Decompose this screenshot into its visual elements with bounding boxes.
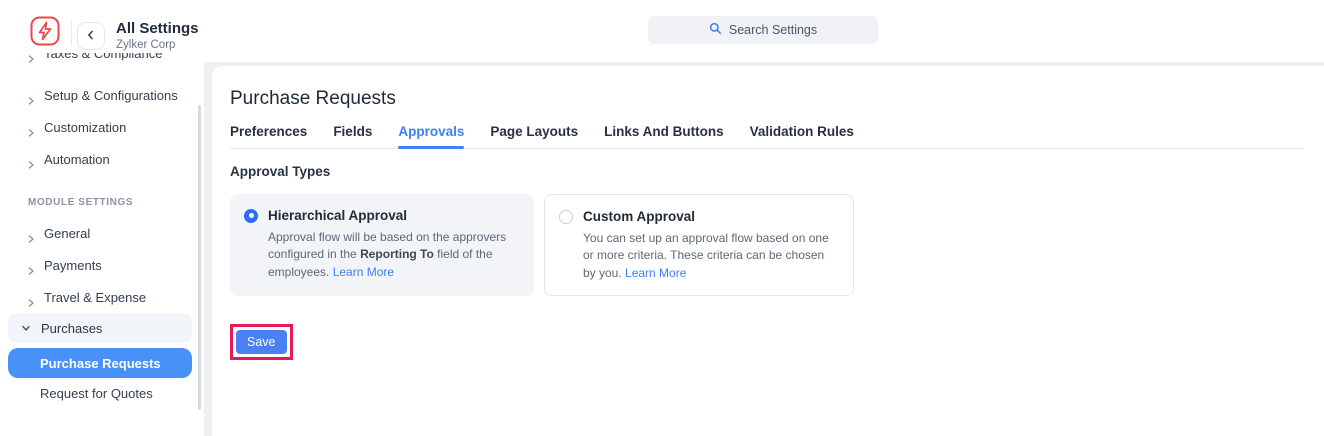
- description-text: You can set up an approval flow based on…: [583, 231, 829, 280]
- option-title: Hierarchical Approval: [268, 208, 407, 223]
- tab-bar: Preferences Fields Approvals Page Layout…: [230, 124, 1304, 149]
- sidebar-item-label: Customization: [44, 120, 126, 135]
- radio-unselected-icon[interactable]: [559, 210, 573, 224]
- sidebar-item-automation[interactable]: Automation: [0, 151, 204, 169]
- learn-more-link[interactable]: Learn More: [333, 265, 394, 279]
- tab-validation-rules[interactable]: Validation Rules: [750, 124, 854, 139]
- option-description: You can set up an approval flow based on…: [583, 230, 839, 282]
- sidebar-item-customization[interactable]: Customization: [0, 119, 204, 137]
- save-button[interactable]: Save: [236, 330, 287, 354]
- header-divider: [71, 20, 72, 46]
- search-placeholder-text: Search Settings: [729, 23, 817, 37]
- description-emphasis: Reporting To: [360, 247, 434, 261]
- sidebar-item-label: Purchase Requests: [40, 356, 161, 371]
- tab-page-layouts[interactable]: Page Layouts: [490, 124, 578, 139]
- page-header-title: All Settings: [116, 20, 199, 37]
- radio-selected-icon[interactable]: [244, 209, 258, 223]
- sidebar-item-taxes-compliance[interactable]: Taxes & Compliance: [0, 53, 204, 63]
- option-description: Approval flow will be based on the appro…: [268, 229, 520, 281]
- option-head[interactable]: Custom Approval: [559, 209, 839, 224]
- chevron-right-icon: [27, 294, 35, 312]
- tab-preferences[interactable]: Preferences: [230, 124, 307, 139]
- chevron-right-icon: [27, 262, 35, 280]
- chevron-left-icon: [86, 27, 96, 45]
- sidebar-item-setup-configurations[interactable]: Setup & Configurations: [0, 87, 204, 105]
- sidebar-scrollbar[interactable]: [198, 105, 201, 410]
- header-titles: All Settings Zylker Corp: [116, 20, 199, 51]
- tab-fields[interactable]: Fields: [333, 124, 372, 139]
- sidebar-section-module-settings: MODULE SETTINGS: [28, 197, 133, 208]
- chevron-right-icon: [27, 124, 35, 142]
- chevron-right-icon: [27, 230, 35, 248]
- page-title: Purchase Requests: [230, 88, 1304, 110]
- tab-approvals[interactable]: Approvals: [398, 124, 464, 139]
- app-logo-icon: [30, 16, 60, 46]
- option-head[interactable]: Hierarchical Approval: [244, 208, 520, 223]
- sidebar-item-general[interactable]: General: [0, 225, 204, 243]
- main-content-card: Purchase Requests Preferences Fields App…: [212, 66, 1324, 436]
- chevron-right-icon: [27, 53, 35, 68]
- sidebar-item-label: General: [44, 226, 90, 241]
- sidebar-item-label: Automation: [44, 152, 110, 167]
- approval-types-heading: Approval Types: [230, 164, 1304, 179]
- approval-options: Hierarchical Approval Approval flow will…: [230, 194, 1304, 296]
- option-custom-approval[interactable]: Custom Approval You can set up an approv…: [544, 194, 854, 296]
- tab-links-and-buttons[interactable]: Links And Buttons: [604, 124, 724, 139]
- highlight-box: Save: [230, 324, 293, 360]
- organization-name: Zylker Corp: [116, 39, 199, 51]
- sidebar-item-label: Payments: [44, 258, 102, 273]
- sidebar-item-travel-expense[interactable]: Travel & Expense: [0, 289, 204, 307]
- sidebar-item-label: Taxes & Compliance: [44, 53, 163, 61]
- sidebar-item-label: Travel & Expense: [44, 290, 146, 305]
- chevron-right-icon: [27, 92, 35, 110]
- sidebar-item-payments[interactable]: Payments: [0, 257, 204, 275]
- chevron-right-icon: [27, 156, 35, 174]
- sidebar-item-label: Purchases: [41, 321, 102, 336]
- sidebar-item-purchases[interactable]: Purchases: [8, 313, 192, 343]
- sidebar-item-purchase-requests[interactable]: Purchase Requests: [8, 348, 192, 378]
- chevron-down-icon: [22, 319, 30, 337]
- search-settings-input[interactable]: Search Settings: [648, 16, 878, 44]
- sidebar-item-request-for-quotes[interactable]: Request for Quotes: [40, 386, 153, 401]
- sidebar-item-label: Setup & Configurations: [44, 88, 178, 103]
- option-title: Custom Approval: [583, 209, 695, 224]
- option-hierarchical-approval[interactable]: Hierarchical Approval Approval flow will…: [230, 194, 534, 296]
- search-icon: [709, 22, 722, 38]
- learn-more-link[interactable]: Learn More: [625, 266, 686, 280]
- back-button[interactable]: [77, 22, 105, 50]
- settings-sidebar: Taxes & Compliance Setup & Configuration…: [0, 53, 204, 436]
